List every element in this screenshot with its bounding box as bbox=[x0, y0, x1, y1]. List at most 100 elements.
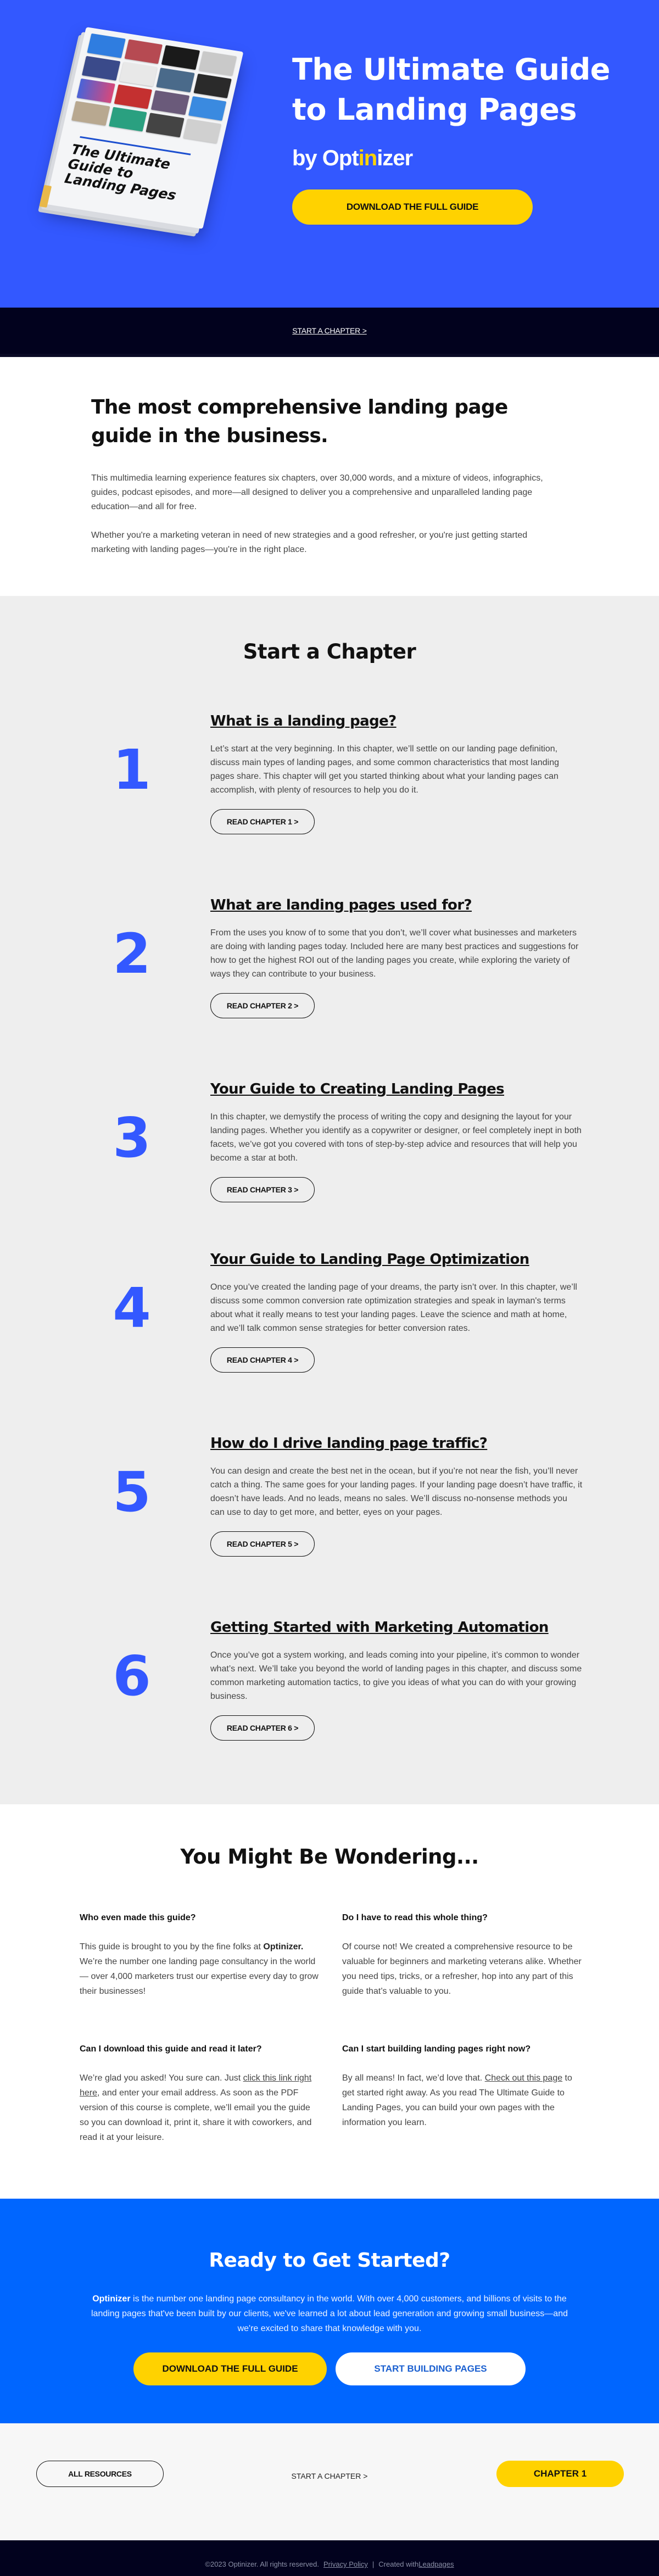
chapter-body: Getting Started with Marketing Automatio… bbox=[210, 1618, 584, 1741]
brand-logo-part: Opt bbox=[322, 146, 359, 170]
chapter-title-link[interactable]: Getting Started with Marketing Automatio… bbox=[210, 1618, 584, 1637]
read-chapter-button[interactable]: Read chapter 6 > bbox=[210, 1715, 315, 1741]
brand-logo-part: izer bbox=[377, 146, 413, 170]
chapter-title-link[interactable]: What are landing pages used for? bbox=[210, 895, 584, 915]
chapter-description: From the uses you know of to some that y… bbox=[210, 928, 579, 979]
download-guide-button[interactable]: Download the full guide bbox=[133, 2352, 327, 2385]
faq-item: Who even made this guide? This guide is … bbox=[80, 1913, 321, 1999]
faq-item: Can I download this guide and read it la… bbox=[80, 2044, 321, 2145]
privacy-policy-link[interactable]: Privacy Policy bbox=[323, 2560, 368, 2568]
answer-text: , and enter your email address. As soon … bbox=[80, 2088, 312, 2142]
byline-prefix: by bbox=[292, 146, 322, 170]
chapter-number: 4 bbox=[113, 1276, 151, 1340]
chapter-description: Once you’ve created the landing page of … bbox=[210, 1283, 577, 1333]
faq-answer: Of course not! We created a comprehensiv… bbox=[342, 1942, 582, 1996]
book-spine bbox=[39, 185, 52, 208]
faq-answer: We’re glad you asked! You sure can. Just… bbox=[80, 2071, 321, 2145]
download-guide-button[interactable]: Download the full guide bbox=[292, 189, 533, 225]
chapters-section: Start a Chapter 1 What is a landing page… bbox=[0, 596, 659, 1804]
chapters-heading: Start a Chapter bbox=[243, 640, 416, 663]
thumbnail bbox=[161, 45, 200, 70]
faq-item: Can I start building landing pages right… bbox=[342, 2044, 584, 2130]
created-with-text: Created with bbox=[378, 2560, 419, 2568]
faq-question: Who even made this guide? bbox=[80, 1913, 196, 1922]
faq-item: Do I have to read this whole thing? Of c… bbox=[342, 1913, 584, 1999]
thumbnail bbox=[87, 33, 126, 58]
thumbnail bbox=[146, 113, 185, 138]
chapter-description: You can design and create the best net i… bbox=[210, 1467, 583, 1517]
answer-text: This guide is brought to you by the fine… bbox=[80, 1942, 264, 1951]
chapter-body: What are landing pages used for? From th… bbox=[210, 895, 584, 1018]
faq-question: Do I have to read this whole thing? bbox=[342, 1913, 488, 1922]
intro-heading: The most comprehensive landing page guid… bbox=[91, 396, 508, 447]
chapter-title-link[interactable]: Your Guide to Creating Landing Pages bbox=[210, 1079, 584, 1099]
thumbnail bbox=[156, 68, 195, 93]
chapter-number: 1 bbox=[113, 738, 151, 802]
answer-text: We’re glad you asked! You sure can. Just bbox=[80, 2073, 243, 2083]
chapter-title-link[interactable]: Your Guide to Landing Page Optimization bbox=[210, 1250, 584, 1269]
thumbnail bbox=[71, 101, 110, 126]
chapter-number: 2 bbox=[113, 922, 151, 986]
chapter-one-button[interactable]: Chapter 1 bbox=[496, 2461, 624, 2487]
chapter-title-link[interactable]: What is a landing page? bbox=[210, 711, 584, 731]
cta-heading: Ready to Get Started? bbox=[209, 2249, 450, 2272]
chapter-number: 5 bbox=[113, 1460, 151, 1524]
thumbnail bbox=[150, 90, 189, 115]
copyright-text: ©2023 Optinizer. All rights reserved. bbox=[205, 2560, 319, 2568]
book-cover-image: The Ultimate Guide to Landing Pages bbox=[39, 27, 244, 229]
brand-name: Optinizer bbox=[92, 2294, 131, 2304]
faq-section: You Might Be Wondering... Who even made … bbox=[0, 1804, 659, 2199]
chapter-description: Let’s start at the very beginning. In th… bbox=[210, 744, 559, 795]
cta-body-text: is the number one landing page consultan… bbox=[91, 2294, 568, 2333]
cta-body: Optinizer is the number one landing page… bbox=[88, 2291, 571, 2336]
faq-answer: By all means! In fact, we’d love that. C… bbox=[342, 2071, 584, 2130]
faq-question: Can I start building landing pages right… bbox=[342, 2044, 531, 2054]
thumbnail bbox=[114, 84, 153, 109]
bottom-footer: ©2023 Optinizer. All rights reserved. Pr… bbox=[0, 2540, 659, 2576]
cta-section: Ready to Get Started? Optinizer is the n… bbox=[0, 2199, 659, 2423]
book-cover-title: The Ultimate Guide to Landing Pages bbox=[63, 141, 178, 204]
thumbnail bbox=[108, 107, 147, 132]
chapter-body: Your Guide to Landing Page Optimization … bbox=[210, 1250, 584, 1373]
chapter-item: 3 Your Guide to Creating Landing Pages I… bbox=[0, 1079, 659, 1244]
thumbnail bbox=[124, 39, 163, 64]
chapter-number: 3 bbox=[113, 1106, 151, 1170]
hero-byline: by Optinizer bbox=[292, 146, 633, 171]
read-chapter-button[interactable]: Read chapter 1 > bbox=[210, 809, 315, 834]
intro-paragraph: This multimedia learning experience feat… bbox=[91, 473, 543, 511]
chapter-title-link[interactable]: How do I drive landing page traffic? bbox=[210, 1434, 584, 1453]
read-chapter-button[interactable]: Read chapter 5 > bbox=[210, 1531, 315, 1557]
book-cover-thumbnails bbox=[70, 33, 237, 148]
read-chapter-button[interactable]: Read chapter 2 > bbox=[210, 993, 315, 1018]
chapter-item: 5 How do I drive landing page traffic? Y… bbox=[0, 1434, 659, 1598]
chapter-body: What is a landing page? Let’s start at t… bbox=[210, 711, 584, 834]
hero-copy: The Ultimate Guide to Landing Pages by O… bbox=[292, 49, 633, 225]
thumbnail bbox=[76, 78, 115, 103]
chapter-description: In this chapter, we demystify the proces… bbox=[210, 1112, 582, 1163]
chapter-item: 2 What are landing pages used for? From … bbox=[0, 895, 659, 1060]
thumbnail bbox=[193, 73, 232, 98]
chapter-body: Your Guide to Creating Landing Pages In … bbox=[210, 1079, 584, 1202]
chapter-number: 6 bbox=[113, 1644, 151, 1708]
answer-text: By all means! In fact, we’d love that. bbox=[342, 2073, 485, 2083]
leadpages-link[interactable]: Leadpages bbox=[418, 2560, 454, 2568]
separator: | bbox=[372, 2560, 375, 2568]
thumbnail bbox=[82, 55, 120, 81]
read-chapter-button[interactable]: Read chapter 3 > bbox=[210, 1177, 315, 1202]
hero-section: The Ultimate Guide to Landing Pages The … bbox=[0, 0, 659, 308]
answer-text: We’re the number one landing page consul… bbox=[80, 1957, 319, 1996]
hero-title: The Ultimate Guide to Landing Pages bbox=[292, 52, 610, 127]
start-building-pages-button[interactable]: Start building pages bbox=[336, 2352, 526, 2385]
faq-answer: This guide is brought to you by the fine… bbox=[80, 1939, 321, 1999]
intro-paragraph: Whether you're a marketing veteran in ne… bbox=[91, 531, 528, 554]
chapter-body: How do I drive landing page traffic? You… bbox=[210, 1434, 584, 1557]
chapter-item: 4 Your Guide to Landing Page Optimizatio… bbox=[0, 1250, 659, 1414]
chapter-description: Once you’ve got a system working, and le… bbox=[210, 1651, 582, 1701]
thumbnail bbox=[119, 62, 158, 87]
check-out-page-link[interactable]: Check out this page bbox=[485, 2073, 562, 2083]
start-chapter-link[interactable]: START A CHAPTER > bbox=[292, 326, 367, 335]
thumbnail bbox=[198, 51, 237, 76]
footer-nav: All resources START A CHAPTER > Chapter … bbox=[0, 2423, 659, 2540]
cta-buttons: Download the full guide Start building p… bbox=[0, 2352, 659, 2385]
read-chapter-button[interactable]: Read chapter 4 > bbox=[210, 1347, 315, 1373]
